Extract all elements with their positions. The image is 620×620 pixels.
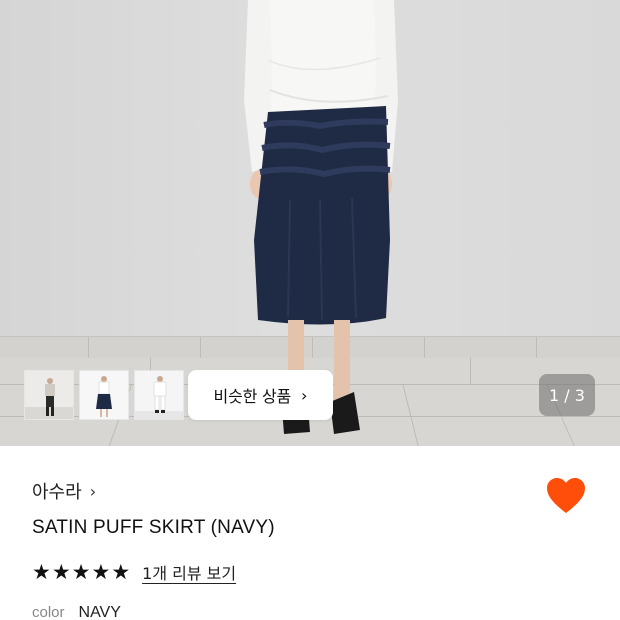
- heart-icon[interactable]: [545, 476, 587, 516]
- thumbnail-1[interactable]: [24, 370, 74, 420]
- thumbnail-3[interactable]: [134, 370, 184, 420]
- brand-name: 아수라: [32, 482, 82, 503]
- option-value: NAVY: [78, 604, 121, 620]
- star-icon: ★: [71, 559, 91, 584]
- image-counter: 1 / 3: [539, 374, 595, 416]
- star-icon: ★: [32, 559, 51, 584]
- product-title: SATIN PUFF SKIRT (NAVY): [32, 517, 275, 538]
- star-icon: ★: [91, 559, 111, 584]
- brand-link[interactable]: 아수라 ›: [32, 478, 96, 504]
- review-link[interactable]: 1개 리뷰 보기: [142, 560, 236, 584]
- chevron-right-icon: ›: [89, 481, 97, 501]
- rating-row: ★ ★ ★ ★ ★ 1개 리뷰 보기: [32, 560, 236, 584]
- product-image[interactable]: 비슷한 상품 › 1 / 3: [0, 0, 620, 446]
- star-icon: ★: [51, 559, 71, 584]
- chevron-right-icon: ›: [301, 385, 308, 405]
- rating-stars: ★ ★ ★ ★ ★: [32, 559, 131, 584]
- option-row: color NAVY: [32, 604, 121, 620]
- thumbnail-strip: [24, 370, 184, 420]
- option-label: color: [32, 604, 65, 620]
- similar-products-label: 비슷한 상품: [213, 387, 292, 406]
- star-icon: ★: [111, 559, 131, 584]
- similar-products-button[interactable]: 비슷한 상품 ›: [188, 370, 333, 420]
- thumbnail-2[interactable]: [79, 370, 129, 420]
